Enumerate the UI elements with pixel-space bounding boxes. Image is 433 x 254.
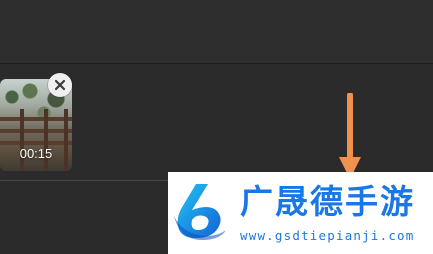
- thumbnail-post: [20, 109, 24, 171]
- thumbnail-rail: [0, 117, 72, 121]
- arrow-down-icon: [339, 93, 361, 179]
- close-icon: [54, 79, 66, 91]
- thumbnail-post: [44, 109, 48, 171]
- remove-clip-button[interactable]: [48, 73, 72, 97]
- top-toolbar: [0, 0, 433, 63]
- watermark-url: www.gsdtiepianji.com: [240, 228, 415, 243]
- thumbnail-rail: [0, 129, 72, 133]
- gsd-logo: [174, 184, 226, 240]
- watermark-title: 广晟德手游: [240, 182, 415, 221]
- thumbnail-rail: [0, 141, 72, 145]
- thumbnail-post: [64, 109, 68, 171]
- watermark-banner: 广晟德手游 www.gsdtiepianji.com: [168, 172, 433, 254]
- clip-duration: 00:15: [19, 146, 53, 161]
